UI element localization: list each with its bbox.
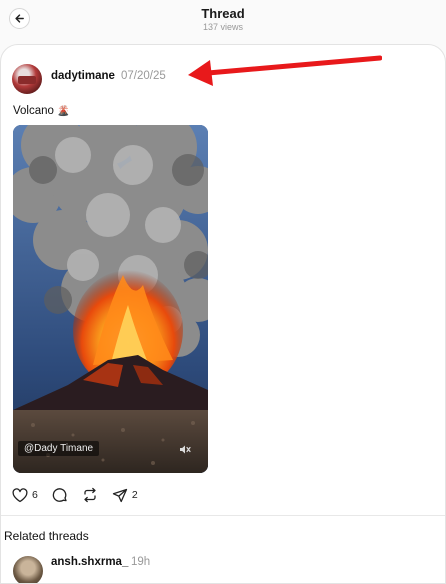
related-time: 19h (131, 556, 151, 568)
share-count: 2 (131, 489, 138, 501)
comment-button[interactable] (52, 487, 68, 503)
comment-icon (52, 488, 67, 502)
volcano-emoji: 🌋 (56, 106, 70, 117)
post-caption: Volcano 🌋 (13, 105, 69, 117)
heart-icon (12, 487, 28, 502)
post-date[interactable]: 07/20/25 (121, 70, 166, 82)
post-video[interactable]: @Dady Timane (13, 125, 208, 473)
repost-icon (84, 487, 96, 503)
like-button[interactable]: 6 (12, 487, 38, 503)
like-count: 6 (32, 489, 38, 501)
page-title: Thread (201, 6, 245, 21)
related-avatar[interactable] (13, 556, 43, 583)
send-icon (112, 488, 127, 502)
speaker-muted-icon[interactable] (176, 442, 194, 456)
view-count: 137 views (202, 22, 244, 32)
caption-text: Volcano (13, 105, 54, 117)
post-actions: 6 2 (12, 486, 152, 504)
post-username[interactable]: dadytimane (51, 70, 115, 82)
volcano-image (13, 125, 208, 473)
avatar[interactable] (12, 64, 42, 94)
video-watermark: @Dady Timane (18, 441, 100, 456)
thread-card: dadytimane 07/20/25 Volcano 🌋 @Dady Tima… (0, 44, 446, 584)
share-button[interactable]: 2 (112, 488, 138, 503)
repost-button[interactable] (82, 487, 98, 503)
thread-header: Thread 137 views (0, 0, 446, 42)
related-threads-heading: Related threads (4, 529, 89, 543)
red-arrow-annotation (188, 55, 382, 86)
related-username[interactable]: ansh.shxrma_ (51, 556, 128, 568)
divider (1, 515, 445, 516)
